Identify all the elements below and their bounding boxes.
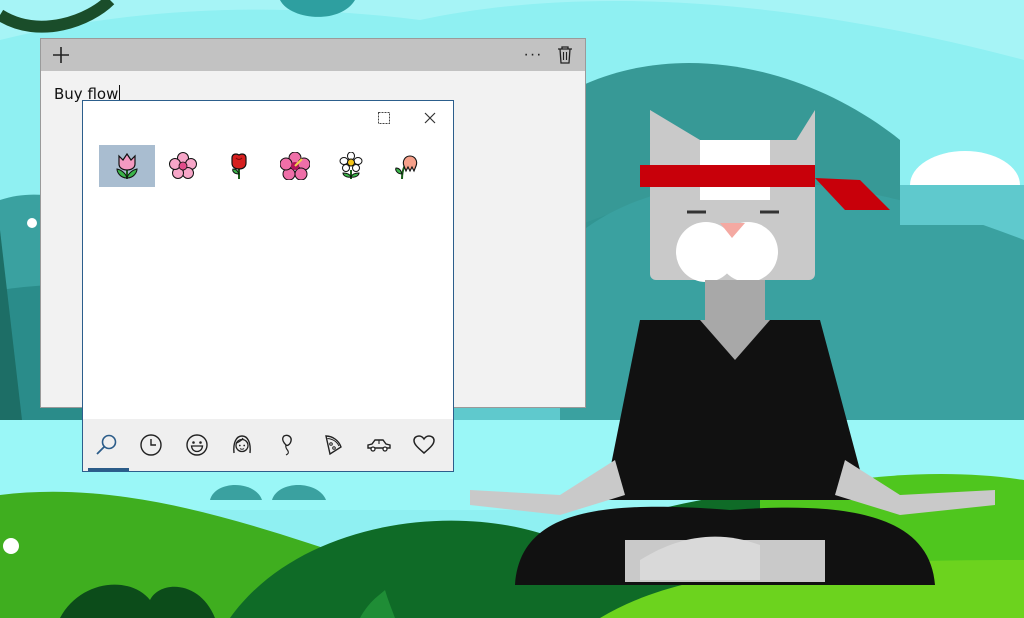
heart-icon[interactable] (402, 419, 448, 471)
close-icon[interactable] (415, 107, 445, 129)
note-title-bar[interactable]: ··· (41, 39, 585, 71)
emoji-results (99, 145, 435, 187)
ellipsis-icon[interactable]: ··· (517, 39, 549, 71)
trash-icon[interactable] (549, 39, 581, 71)
person-icon[interactable] (220, 419, 266, 471)
search-icon[interactable] (83, 419, 129, 471)
car-icon[interactable] (356, 419, 402, 471)
balloon-icon[interactable] (265, 419, 311, 471)
tulip-emoji[interactable] (99, 145, 155, 187)
hibiscus-emoji[interactable] (267, 145, 323, 187)
wilted-flower-emoji[interactable] (379, 145, 435, 187)
clock-icon[interactable] (129, 419, 175, 471)
pizza-icon[interactable] (311, 419, 357, 471)
rose-emoji[interactable] (211, 145, 267, 187)
dock-icon[interactable] (369, 107, 399, 129)
blossom-emoji[interactable] (323, 145, 379, 187)
emoji-panel (82, 100, 454, 472)
smiley-icon[interactable] (174, 419, 220, 471)
plus-icon[interactable] (45, 39, 77, 71)
cherry-blossom-emoji[interactable] (155, 145, 211, 187)
emoji-category-bar (83, 419, 453, 471)
